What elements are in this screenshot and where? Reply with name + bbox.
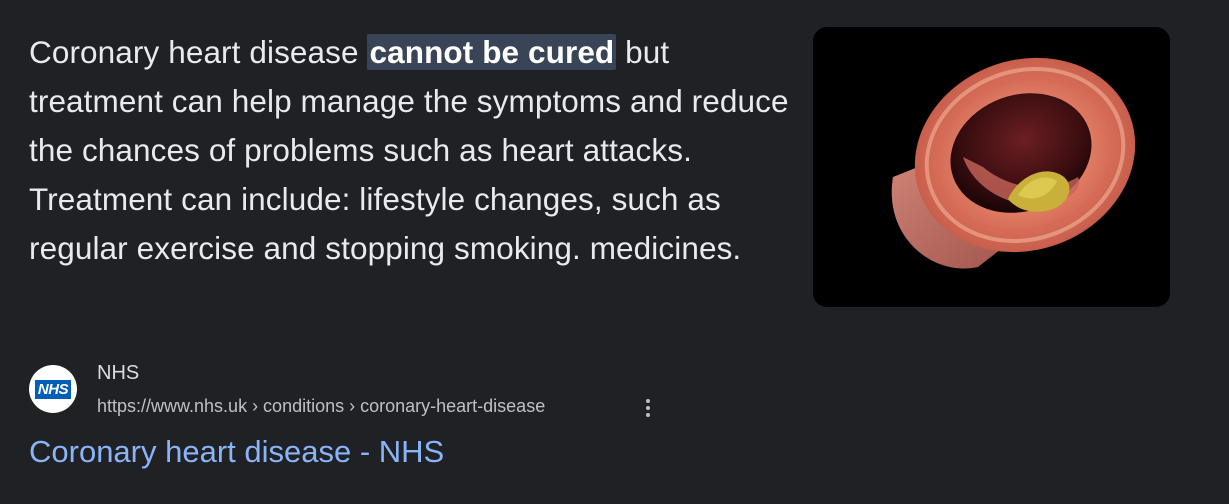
site-name[interactable]: NHS bbox=[97, 362, 139, 385]
result-title-link[interactable]: Coronary heart disease - NHS bbox=[29, 434, 444, 470]
nhs-logo: NHS bbox=[34, 379, 72, 399]
artery-cross-section-image[interactable] bbox=[813, 27, 1170, 307]
snippet-text-before: Coronary heart disease bbox=[29, 34, 368, 70]
featured-snippet-text: Coronary heart disease cannot be cured b… bbox=[29, 28, 789, 273]
more-vert-icon[interactable] bbox=[639, 396, 657, 420]
artery-illustration bbox=[891, 57, 1136, 269]
nhs-favicon: NHS bbox=[29, 365, 77, 413]
site-url-breadcrumb[interactable]: https://www.nhs.uk › conditions › corona… bbox=[97, 396, 545, 417]
snippet-highlight: cannot be cured bbox=[367, 34, 617, 70]
search-result-source[interactable]: NHS NHS https://www.nhs.uk › conditions … bbox=[29, 360, 729, 424]
